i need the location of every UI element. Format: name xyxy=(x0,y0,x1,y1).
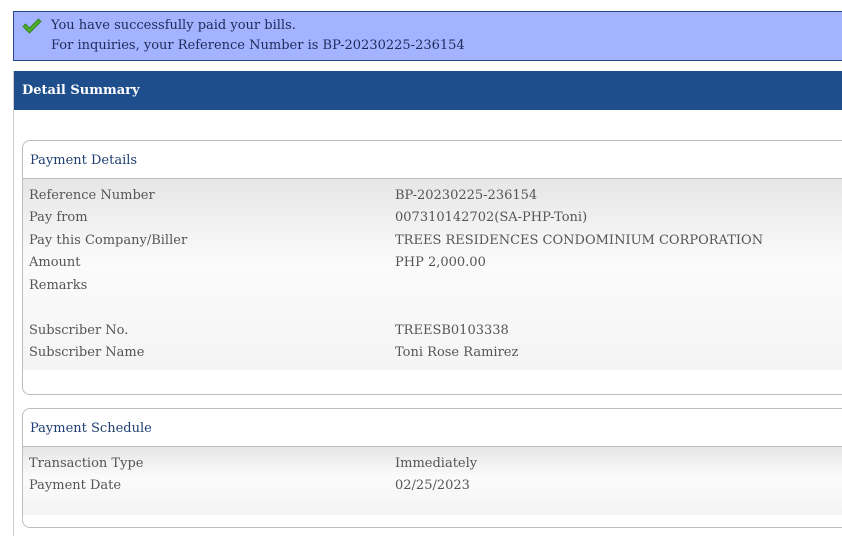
payment-details-title: Payment Details xyxy=(23,141,842,179)
detail-row-remarks: Remarks xyxy=(23,278,842,298)
detail-label: Pay from xyxy=(29,210,88,225)
detail-label: Subscriber Name xyxy=(29,345,145,360)
detail-label: Amount xyxy=(29,255,81,270)
schedule-row-payment-date: Payment Date 02/25/2023 xyxy=(23,478,842,498)
detail-value: TREESB0103338 xyxy=(395,323,509,338)
schedule-label: Payment Date xyxy=(29,478,122,493)
detail-value: Toni Rose Ramirez xyxy=(395,345,519,360)
reference-message: For inquiries, your Reference Number is … xyxy=(51,38,465,53)
detail-row-amount: Amount PHP 2,000.00 xyxy=(23,255,842,275)
schedule-row-transaction-type: Transaction Type Immediately xyxy=(23,456,842,476)
payment-schedule-body: Transaction Type Immediately Payment Dat… xyxy=(23,447,842,515)
payment-schedule-panel: Payment Schedule Transaction Type Immedi… xyxy=(22,408,842,528)
detail-label: Pay this Company/Biller xyxy=(29,233,188,248)
payment-details-body: Reference Number BP-20230225-236154 Pay … xyxy=(23,179,842,370)
detail-label: Reference Number xyxy=(29,188,155,203)
detail-row-pay-from: Pay from 007310142702(SA-PHP-Toni) xyxy=(23,210,842,230)
success-banner: You have successfully paid your bills. F… xyxy=(13,11,842,61)
detail-label: Remarks xyxy=(29,278,88,293)
detail-value: PHP 2,000.00 xyxy=(395,255,486,270)
checkmark-icon xyxy=(22,18,42,34)
schedule-value: Immediately xyxy=(395,456,478,471)
detail-summary-header: Detail Summary xyxy=(14,71,842,110)
payment-details-panel: Payment Details Reference Number BP-2023… xyxy=(22,140,842,395)
success-message: You have successfully paid your bills. xyxy=(51,18,296,33)
detail-value: 007310142702(SA-PHP-Toni) xyxy=(395,210,588,225)
schedule-label: Transaction Type xyxy=(29,456,144,471)
payment-confirmation-page: You have successfully paid your bills. F… xyxy=(0,0,842,536)
detail-row-subscriber-no: Subscriber No. TREESB0103338 xyxy=(23,323,842,343)
payment-schedule-title: Payment Schedule xyxy=(23,409,842,447)
detail-label: Subscriber No. xyxy=(29,323,129,338)
detail-value: BP-20230225-236154 xyxy=(395,188,538,203)
detail-summary-section: Detail Summary Payment Details Reference… xyxy=(13,71,842,536)
detail-row-reference-number: Reference Number BP-20230225-236154 xyxy=(23,188,842,208)
detail-row-biller: Pay this Company/Biller TREES RESIDENCES… xyxy=(23,233,842,253)
detail-row-subscriber-name: Subscriber Name Toni Rose Ramirez xyxy=(23,345,842,365)
schedule-value: 02/25/2023 xyxy=(395,478,470,493)
detail-value: TREES RESIDENCES CONDOMINIUM CORPORATION xyxy=(395,233,764,248)
